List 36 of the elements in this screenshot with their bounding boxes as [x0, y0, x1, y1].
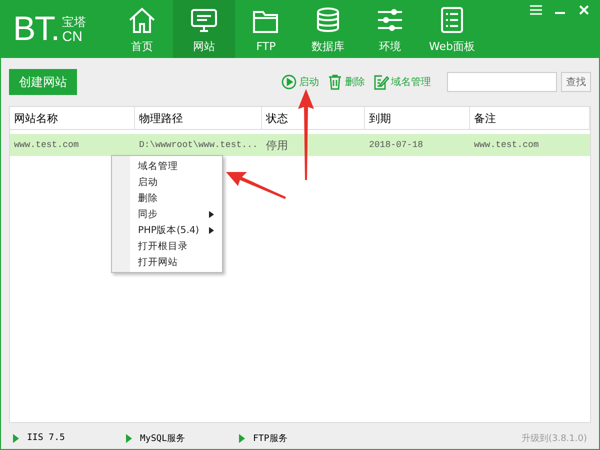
column-header[interactable]: 到期 — [365, 107, 470, 129]
play-icon — [126, 434, 132, 442]
logo-text: 宝塔 — [62, 14, 86, 28]
menu-item[interactable]: 打开根目录 — [112, 238, 222, 254]
menu-item[interactable]: 启动 — [112, 174, 222, 190]
menu-item[interactable]: 同步 — [112, 206, 222, 222]
menu-item[interactable]: PHP版本(5.4) — [112, 222, 222, 238]
search-field[interactable] — [447, 72, 557, 92]
menu-item[interactable]: 删除 — [112, 190, 222, 206]
table-cell-text: www.test.com — [473, 139, 540, 152]
logo-text: BT. — [13, 12, 60, 46]
play-icon — [239, 434, 245, 442]
table-row[interactable]: www.test.com D:\wwwroot\www.test... 停用 2018-07-18 www.test.com — [10, 134, 590, 156]
menu-item[interactable]: 打开网站 — [112, 254, 222, 270]
column-header[interactable]: 网站名称 — [10, 107, 135, 129]
column-header[interactable]: 物理路径 — [135, 107, 262, 129]
menu-item[interactable]: 域名管理 — [112, 158, 222, 174]
service-status[interactable]: FTP服务 — [253, 432, 288, 444]
column-header[interactable]: 备注 — [470, 107, 590, 129]
table-cell-text: 2018-07-18 — [368, 139, 424, 152]
logo-text: CN — [62, 28, 84, 44]
trash-icon — [327, 74, 343, 90]
annotation-arrow — [225, 170, 287, 200]
table-cell-text: www.test.com — [13, 139, 80, 152]
nav-tab[interactable]: 网站 — [173, 0, 235, 58]
menu-icon[interactable] — [527, 3, 545, 17]
edit-icon — [373, 74, 389, 90]
service-status[interactable]: MySQL服务 — [140, 432, 186, 444]
search-button[interactable]: 查找 — [561, 72, 591, 92]
service-status[interactable]: IIS 7.5 — [27, 433, 65, 443]
play-icon — [13, 434, 19, 442]
submenu-arrow-icon — [209, 226, 214, 234]
table-cell-text: 停用 — [265, 138, 289, 154]
submenu-arrow-icon — [209, 210, 214, 218]
table-cell-text: D:\wwwroot\www.test... — [138, 139, 259, 152]
play-icon — [281, 74, 297, 90]
